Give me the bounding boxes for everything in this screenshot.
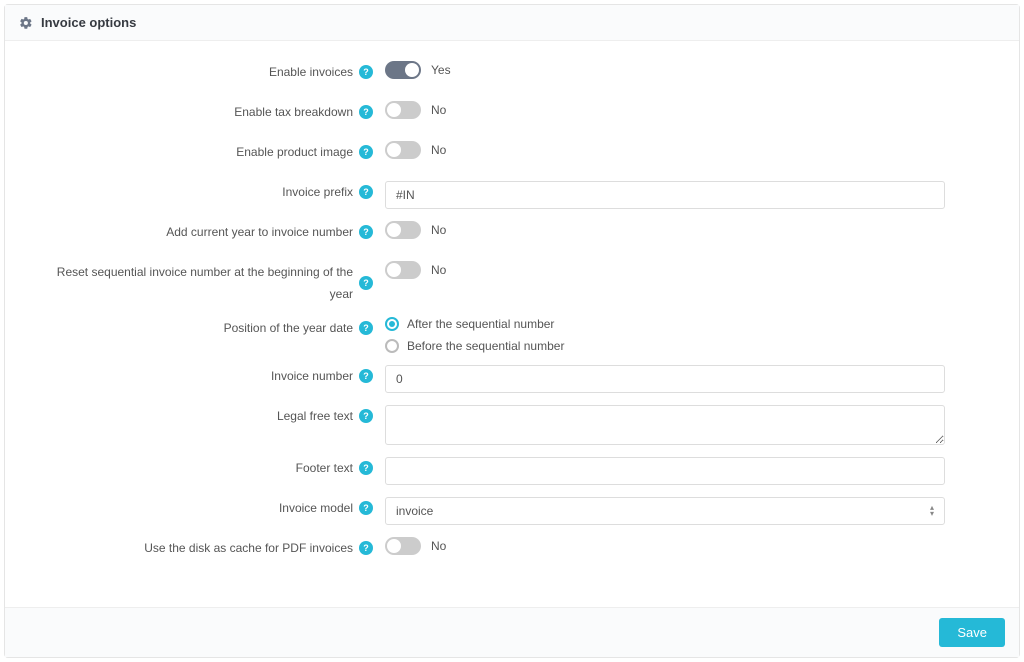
info-icon[interactable]: ? xyxy=(359,369,373,383)
radio-position-before[interactable]: Before the sequential number xyxy=(385,339,564,353)
toggle-add-year[interactable] xyxy=(385,221,421,239)
input-invoice-prefix[interactable] xyxy=(385,181,945,209)
radio-position-after[interactable]: After the sequential number xyxy=(385,317,554,331)
row-invoice-number: Invoice number ? xyxy=(45,365,979,393)
label-footer-text: Footer text ? xyxy=(45,457,385,479)
label-reset-seq: Reset sequential invoice number at the b… xyxy=(45,261,385,305)
info-icon[interactable]: ? xyxy=(359,185,373,199)
textarea-legal-free-text[interactable] xyxy=(385,405,945,445)
toggle-add-year-text: No xyxy=(431,223,446,237)
row-invoice-model: Invoice model ? invoice ▴▾ xyxy=(45,497,979,525)
label-position-year: Position of the year date ? xyxy=(45,317,385,339)
panel-header: Invoice options xyxy=(5,5,1019,41)
toggle-reset-seq[interactable] xyxy=(385,261,421,279)
invoice-options-panel: Invoice options Enable invoices ? Yes En… xyxy=(4,4,1020,658)
label-enable-invoices: Enable invoices ? xyxy=(45,61,385,83)
row-legal-free-text: Legal free text ? xyxy=(45,405,979,445)
radio-label-before: Before the sequential number xyxy=(407,339,564,353)
save-button[interactable]: Save xyxy=(939,618,1005,647)
row-add-year: Add current year to invoice number ? No xyxy=(45,221,979,249)
select-invoice-model[interactable]: invoice ▴▾ xyxy=(385,497,945,525)
row-enable-invoices: Enable invoices ? Yes xyxy=(45,61,979,89)
info-icon[interactable]: ? xyxy=(359,105,373,119)
info-icon[interactable]: ? xyxy=(359,541,373,555)
chevron-up-down-icon: ▴▾ xyxy=(930,505,934,517)
toggle-enable-tax[interactable] xyxy=(385,101,421,119)
row-enable-tax: Enable tax breakdown ? No xyxy=(45,101,979,129)
input-footer-text[interactable] xyxy=(385,457,945,485)
label-invoice-number: Invoice number ? xyxy=(45,365,385,387)
toggle-enable-product-image[interactable] xyxy=(385,141,421,159)
panel-title: Invoice options xyxy=(41,15,136,30)
toggle-reset-seq-text: No xyxy=(431,263,446,277)
info-icon[interactable]: ? xyxy=(359,501,373,515)
row-enable-product-image: Enable product image ? No xyxy=(45,141,979,169)
row-disk-cache: Use the disk as cache for PDF invoices ?… xyxy=(45,537,979,565)
label-add-year: Add current year to invoice number ? xyxy=(45,221,385,243)
label-disk-cache: Use the disk as cache for PDF invoices ? xyxy=(45,537,385,559)
label-invoice-prefix: Invoice prefix ? xyxy=(45,181,385,203)
select-invoice-model-value: invoice xyxy=(396,504,433,518)
toggle-enable-product-image-text: No xyxy=(431,143,446,157)
radio-circle-icon xyxy=(385,339,399,353)
label-enable-product-image: Enable product image ? xyxy=(45,141,385,163)
info-icon[interactable]: ? xyxy=(359,276,373,290)
toggle-disk-cache[interactable] xyxy=(385,537,421,555)
info-icon[interactable]: ? xyxy=(359,145,373,159)
info-icon[interactable]: ? xyxy=(359,65,373,79)
radio-circle-icon xyxy=(385,317,399,331)
info-icon[interactable]: ? xyxy=(359,321,373,335)
info-icon[interactable]: ? xyxy=(359,409,373,423)
gear-icon xyxy=(19,16,33,30)
toggle-disk-cache-text: No xyxy=(431,539,446,553)
toggle-enable-tax-text: No xyxy=(431,103,446,117)
panel-footer: Save xyxy=(5,607,1019,657)
radio-label-after: After the sequential number xyxy=(407,317,554,331)
toggle-enable-invoices-text: Yes xyxy=(431,63,451,77)
label-enable-tax: Enable tax breakdown ? xyxy=(45,101,385,123)
input-invoice-number[interactable] xyxy=(385,365,945,393)
row-footer-text: Footer text ? xyxy=(45,457,979,485)
row-reset-seq: Reset sequential invoice number at the b… xyxy=(45,261,979,305)
info-icon[interactable]: ? xyxy=(359,225,373,239)
label-invoice-model: Invoice model ? xyxy=(45,497,385,519)
panel-body: Enable invoices ? Yes Enable tax breakdo… xyxy=(5,41,1019,607)
label-legal-free-text: Legal free text ? xyxy=(45,405,385,427)
info-icon[interactable]: ? xyxy=(359,461,373,475)
row-position-year: Position of the year date ? After the se… xyxy=(45,317,979,353)
row-invoice-prefix: Invoice prefix ? xyxy=(45,181,979,209)
toggle-enable-invoices[interactable] xyxy=(385,61,421,79)
